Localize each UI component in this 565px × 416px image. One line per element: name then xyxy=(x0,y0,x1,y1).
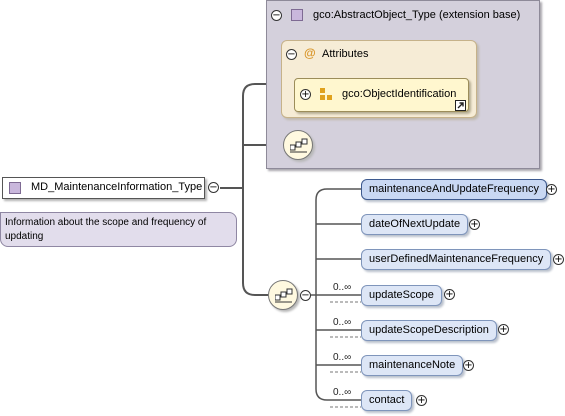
element-userDefinedMaintenanceFrequency[interactable]: userDefinedMaintenanceFrequency xyxy=(361,249,552,270)
element-maintenanceAndUpdateFrequency[interactable]: maintenanceAndUpdateFrequency xyxy=(361,179,548,200)
at-icon: @ xyxy=(304,46,316,60)
expand-toggle-icon[interactable]: + xyxy=(469,219,480,230)
element-dateOfNextUpdate[interactable]: dateOfNextUpdate xyxy=(361,214,469,235)
expand-toggle-icon[interactable]: + xyxy=(463,360,474,371)
expand-toggle-icon[interactable]: + xyxy=(416,395,427,406)
sequence-compositor[interactable] xyxy=(268,280,298,310)
element-label: updateScope xyxy=(369,289,434,301)
element-label: contact xyxy=(369,394,405,406)
collapse-toggle-icon[interactable]: − xyxy=(271,10,282,21)
expand-toggle-icon[interactable]: + xyxy=(300,89,311,100)
expand-toggle-icon[interactable]: + xyxy=(444,289,455,300)
link-arrow-icon[interactable] xyxy=(455,100,466,111)
attribute-group-icon xyxy=(320,88,332,100)
element-maintenanceNote[interactable]: maintenanceNote xyxy=(361,355,464,376)
element-label: updateScopeDescription xyxy=(369,324,489,336)
attributes-label: Attributes xyxy=(322,48,369,60)
complex-type-icon xyxy=(9,182,21,194)
element-updateScopeDescription[interactable]: updateScopeDescription xyxy=(361,320,497,341)
root-type-name: MD_MaintenanceInformation_Type xyxy=(31,181,203,193)
element-label: maintenanceAndUpdateFrequency xyxy=(369,183,540,195)
sequence-icon xyxy=(290,138,308,153)
occurrence-label: 0..∞ xyxy=(333,317,352,328)
sequence-icon xyxy=(275,288,293,303)
element-label: userDefinedMaintenanceFrequency xyxy=(369,253,544,265)
expand-toggle-icon[interactable]: + xyxy=(498,324,509,335)
element-label: maintenanceNote xyxy=(369,359,456,371)
collapse-toggle-icon[interactable]: − xyxy=(286,49,297,60)
occurrence-label: 0..∞ xyxy=(333,282,352,293)
element-updateScope[interactable]: updateScope xyxy=(361,285,442,306)
element-label: dateOfNextUpdate xyxy=(369,218,461,230)
expand-toggle-icon[interactable]: + xyxy=(546,184,557,195)
occurrence-label: 0..∞ xyxy=(333,387,352,398)
attribute-ref-label: gco:ObjectIdentification xyxy=(342,88,457,100)
element-contact[interactable]: contact xyxy=(361,390,413,411)
expand-toggle-icon[interactable]: + xyxy=(553,254,564,265)
occurrence-label: 0..∞ xyxy=(333,352,352,363)
documentation-note: Information about the scope and frequenc… xyxy=(0,212,237,247)
extension-label: gco:AbstractObject_Type (extension base) xyxy=(313,9,521,21)
collapse-toggle-icon[interactable]: − xyxy=(300,290,311,301)
collapse-toggle-icon[interactable]: − xyxy=(208,182,219,193)
attribute-group-ref[interactable]: + gco:ObjectIdentification xyxy=(294,78,469,112)
complex-type-icon xyxy=(291,9,303,21)
root-type-box[interactable]: MD_MaintenanceInformation_Type xyxy=(2,177,205,199)
sequence-compositor[interactable] xyxy=(283,130,313,160)
